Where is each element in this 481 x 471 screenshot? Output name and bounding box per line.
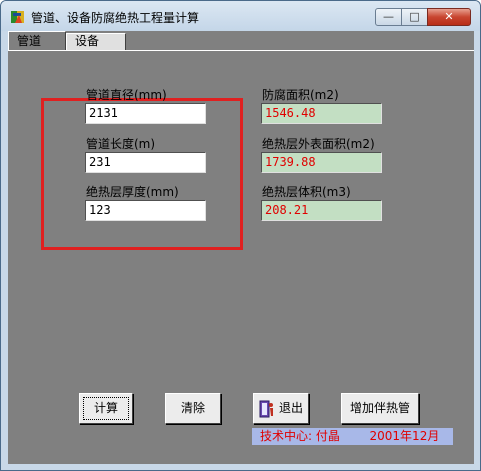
insulation-thickness-input[interactable]: 123: [85, 200, 206, 221]
exit-door-icon: [259, 400, 273, 417]
tab-equipment[interactable]: 设备: [66, 33, 126, 50]
pipe-diameter-label: 管道直径(mm): [86, 88, 167, 102]
window-title: 管道、设备防腐绝热工程量计算: [31, 11, 200, 25]
pipe-length-label: 管道长度(m): [86, 137, 156, 151]
client-area: 管道 设备 管道直径(mm) 2131 管道长度(m) 231 绝热层厚度(mm…: [8, 31, 474, 464]
insulation-outer-area-label: 绝热层外表面积(m2): [262, 137, 375, 151]
calculate-button[interactable]: 计算: [79, 393, 133, 424]
anticorrosion-area-output: 1546.48: [261, 103, 382, 124]
footer-credit: 技术中心: 付晶 2001年12月: [252, 428, 453, 445]
title-bar: 管道、设备防腐绝热工程量计算 — □ ✕: [1, 1, 480, 31]
pipe-length-input[interactable]: 231: [85, 152, 206, 173]
insulation-volume-output: 208.21: [261, 200, 382, 221]
minimize-button[interactable]: —: [375, 8, 402, 26]
tab-strip: 管道 设备: [8, 31, 474, 51]
anticorrosion-area-label: 防腐面积(m2): [262, 88, 339, 102]
insulation-outer-area-output: 1739.88: [261, 152, 382, 173]
tab-pipe[interactable]: 管道: [8, 31, 66, 51]
maximize-button[interactable]: □: [401, 8, 428, 26]
insulation-volume-label: 绝热层体积(m3): [262, 185, 351, 199]
credit-date: 2001年12月: [369, 429, 440, 443]
clear-button[interactable]: 清除: [165, 393, 221, 424]
credit-text: 技术中心: 付晶: [260, 429, 340, 443]
pipe-panel: 管道直径(mm) 2131 管道长度(m) 231 绝热层厚度(mm) 123 …: [8, 50, 474, 464]
main-window: 管道、设备防腐绝热工程量计算 — □ ✕ 管道 设备 管道直径(mm) 2131…: [0, 0, 481, 471]
exit-button[interactable]: 退出: [253, 393, 309, 424]
app-logo-icon: [11, 11, 24, 23]
insulation-thickness-label: 绝热层厚度(mm): [86, 185, 179, 199]
exit-button-label: 退出: [278, 401, 303, 415]
add-tracing-pipe-button[interactable]: 增加伴热管: [341, 393, 419, 424]
pipe-diameter-input[interactable]: 2131: [85, 103, 206, 124]
close-button[interactable]: ✕: [427, 8, 471, 26]
